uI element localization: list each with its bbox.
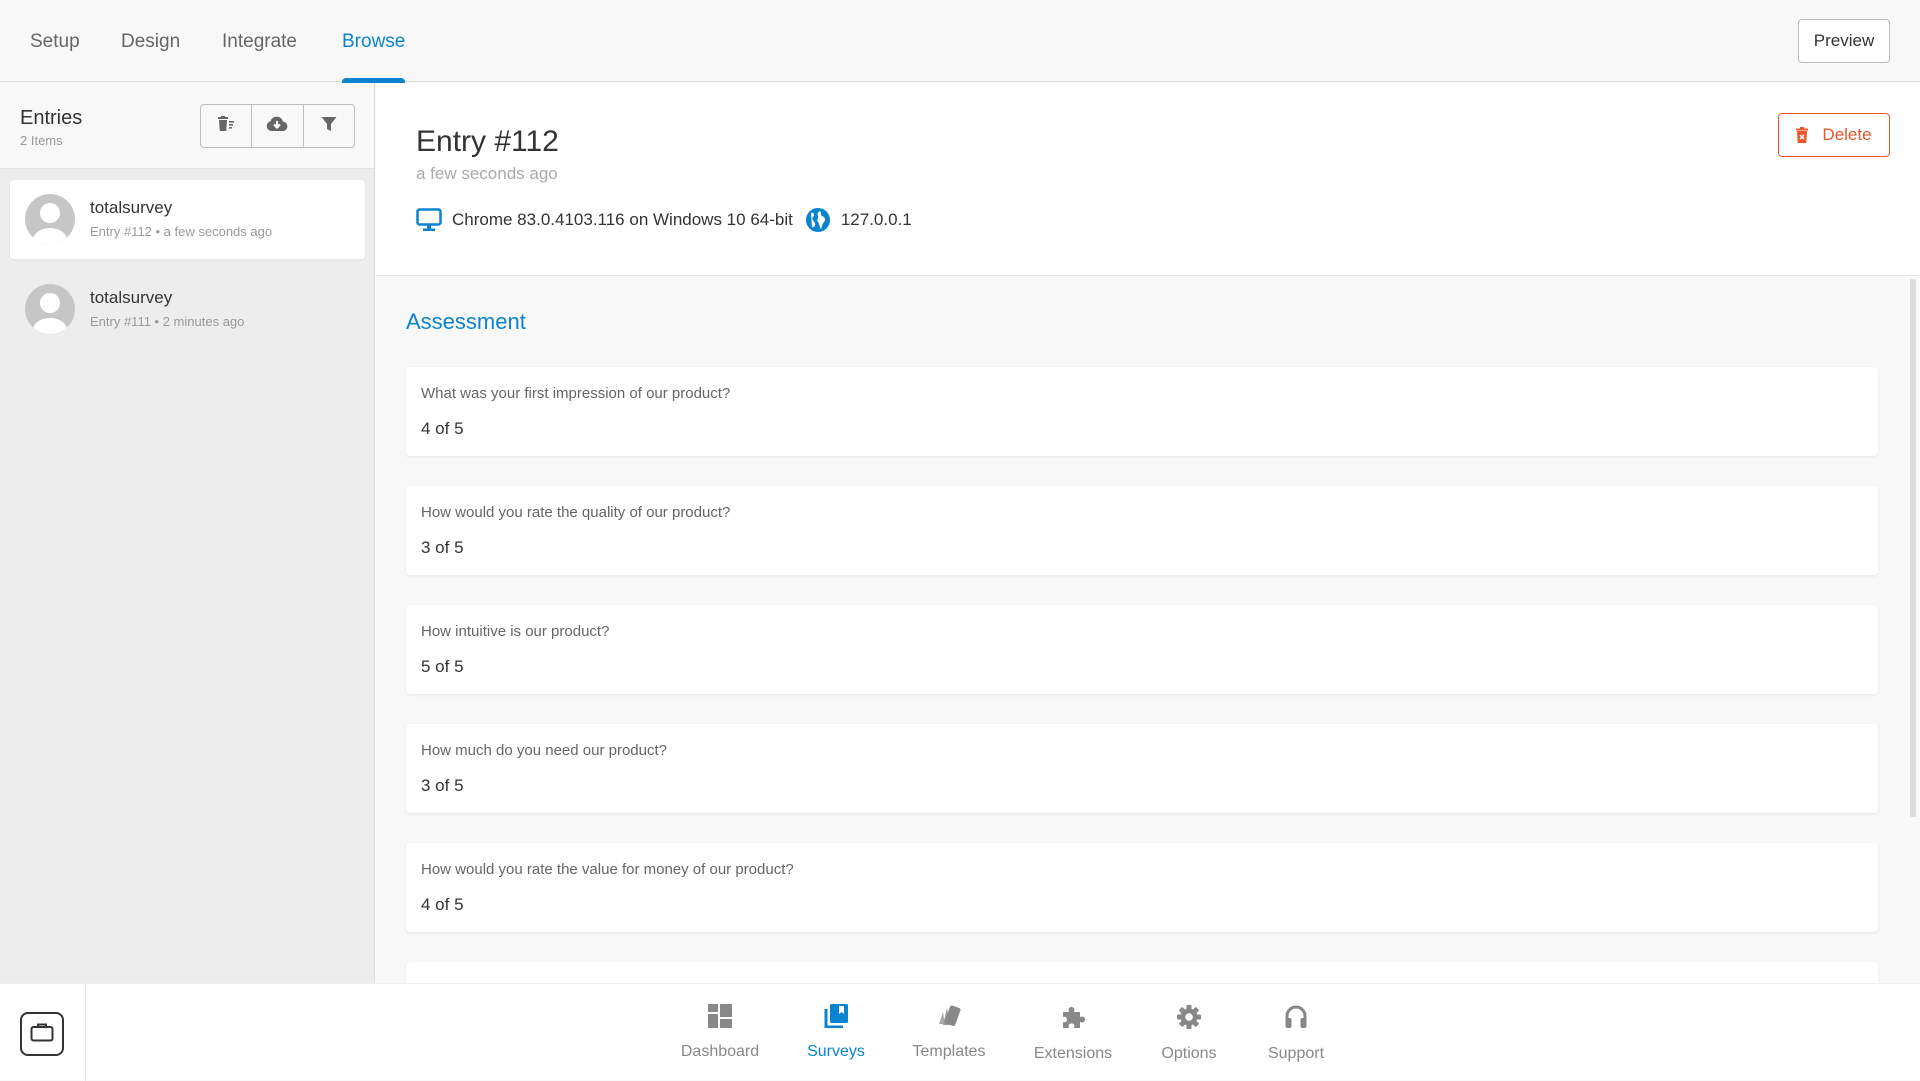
answer-card: What was your first impression of our pr…	[406, 367, 1878, 456]
monitor-icon	[416, 208, 442, 232]
filter-icon	[321, 116, 337, 137]
question-text: What was your first impression of our pr…	[421, 385, 731, 402]
avatar	[25, 194, 75, 244]
briefcase-icon	[30, 1022, 54, 1047]
answer-text: 3 of 5	[421, 776, 464, 795]
nav-support[interactable]: Support	[1265, 1004, 1327, 1063]
device-info: Chrome 83.0.4103.116 on Windows 10 64-bi…	[416, 207, 912, 233]
nav-templates[interactable]: Templates	[911, 1004, 987, 1061]
answer-card: How would you rate the value for money o…	[406, 843, 1878, 932]
nav-label: Options	[1161, 1045, 1217, 1062]
content-scrollbar[interactable]	[1906, 277, 1920, 983]
ip-address: 127.0.0.1	[840, 210, 912, 229]
answer-text: 4 of 5	[421, 895, 464, 914]
entries-toolbar	[200, 104, 355, 148]
answer-text: 4 of 5	[421, 419, 464, 438]
nav-label: Surveys	[807, 1043, 865, 1060]
top-nav: Setup Design Integrate Browse Preview	[0, 0, 1920, 83]
entries-count: 2 Items	[20, 133, 63, 148]
device-text: Chrome 83.0.4103.116 on Windows 10 64-bi…	[452, 210, 793, 229]
filter-button[interactable]	[304, 105, 354, 147]
puzzle-icon	[1060, 1004, 1086, 1035]
nav-options[interactable]: Options	[1159, 1004, 1219, 1063]
question-text: How would you rate the value for money o…	[421, 861, 794, 878]
entry-list-item[interactable]: totalsurvey Entry #111 • 2 minutes ago	[10, 270, 365, 349]
sidebar-header: Entries 2 Items	[0, 83, 374, 169]
question-text: How would you rate the quality of our pr…	[421, 504, 731, 521]
export-button[interactable]	[252, 105, 304, 147]
entries-title: Entries	[20, 107, 83, 129]
entry-meta: Entry #112 • a few seconds ago	[90, 224, 273, 239]
cloud-download-icon	[266, 116, 288, 137]
headphones-icon	[1284, 1004, 1308, 1035]
nav-label: Dashboard	[680, 1043, 760, 1060]
trash-icon	[1796, 127, 1809, 143]
preview-button[interactable]: Preview	[1798, 19, 1890, 63]
tab-setup[interactable]: Setup	[30, 0, 80, 82]
nav-label: Templates	[912, 1043, 986, 1060]
nav-surveys[interactable]: Surveys	[805, 1004, 867, 1061]
entry-name: totalsurvey	[90, 198, 173, 217]
entry-meta: Entry #111 • 2 minutes ago	[90, 314, 245, 329]
answer-text: 5 of 5	[421, 657, 464, 676]
nav-label: Support	[1267, 1045, 1325, 1062]
entry-content: Assessment What was your first impressio…	[376, 277, 1906, 983]
entry-detail-header: Entry #112 a few seconds ago Chrome 83.0…	[376, 83, 1920, 276]
answer-text: 3 of 5	[421, 538, 464, 557]
nav-dashboard[interactable]: Dashboard	[681, 1004, 759, 1061]
gear-icon	[1176, 1004, 1202, 1035]
scrollbar-thumb[interactable]	[1910, 279, 1916, 817]
nav-extensions[interactable]: Extensions	[1034, 1004, 1112, 1063]
delete-all-button[interactable]	[201, 105, 253, 147]
delete-label: Delete	[1822, 125, 1872, 144]
entry-list-item[interactable]: totalsurvey Entry #112 • a few seconds a…	[10, 180, 365, 259]
question-text: How intuitive is our product?	[421, 623, 610, 640]
trash-list-icon	[217, 115, 235, 137]
briefcase-button[interactable]	[20, 1012, 64, 1056]
entry-time: a few seconds ago	[416, 164, 558, 183]
tab-design[interactable]: Design	[121, 0, 180, 82]
tab-integrate[interactable]: Integrate	[222, 0, 297, 82]
nav-label: Extensions	[1033, 1045, 1113, 1062]
answer-card	[406, 962, 1878, 983]
delete-entry-button[interactable]: Delete	[1778, 113, 1890, 157]
globe-icon	[805, 207, 831, 233]
section-title: Assessment	[406, 309, 526, 334]
entry-title: Entry #112	[416, 125, 559, 158]
surveys-icon	[824, 1004, 848, 1033]
answer-card: How much do you need our product? 3 of 5	[406, 724, 1878, 813]
entry-name: totalsurvey	[90, 288, 173, 307]
question-text: How much do you need our product?	[421, 742, 667, 759]
bottom-nav: Dashboard Surveys Templates Extensions O…	[0, 983, 1920, 1081]
avatar	[25, 284, 75, 334]
tab-browse[interactable]: Browse	[342, 0, 406, 83]
dashboard-icon	[708, 1004, 732, 1033]
entries-sidebar: Entries 2 Items totalsurvey Entry #112 •…	[0, 83, 375, 983]
templates-icon	[936, 1004, 962, 1033]
bag-zone	[0, 984, 86, 1081]
answer-card: How would you rate the quality of our pr…	[406, 486, 1878, 575]
answer-card: How intuitive is our product? 5 of 5	[406, 605, 1878, 694]
